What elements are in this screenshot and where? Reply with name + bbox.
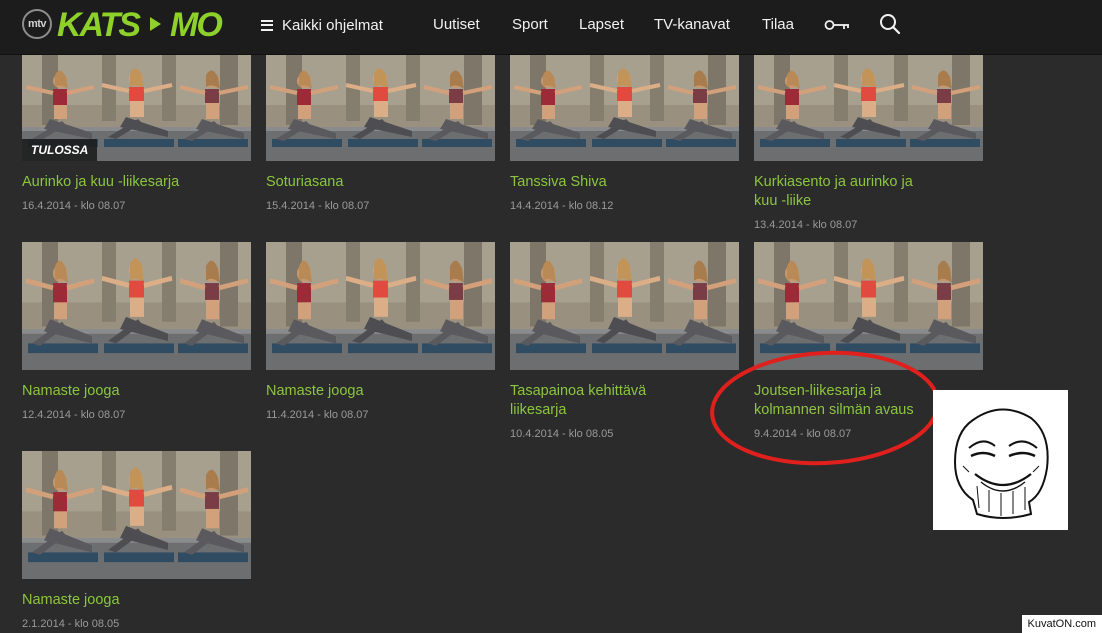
nav-link-tilaa[interactable]: Tilaa bbox=[762, 15, 794, 35]
yoga-scene-image bbox=[22, 451, 251, 579]
top-navigation-bar: mtv KATS MO Kaikki ohjelmat Uutiset Spor… bbox=[0, 0, 1102, 54]
yoga-thumbnail[interactable] bbox=[22, 242, 251, 370]
program-title[interactable]: Tanssiva Shiva bbox=[510, 173, 739, 192]
program-card[interactable]: Namaste jooga 11.4.2014 - klo 08.07 bbox=[266, 242, 495, 422]
program-title[interactable]: Aurinko ja kuu -liikesarja bbox=[22, 173, 251, 192]
yoga-thumbnail[interactable] bbox=[754, 242, 983, 370]
nav-link-tv-kanavat[interactable]: TV-kanavat bbox=[654, 15, 730, 35]
logo-mo-text[interactable]: MO bbox=[170, 6, 223, 44]
program-date: 15.4.2014 - klo 08.07 bbox=[266, 200, 370, 212]
yoga-thumbnail[interactable]: TULOSSA bbox=[22, 55, 251, 161]
program-title-line[interactable]: liikesarja bbox=[510, 401, 739, 420]
yoga-thumbnail[interactable] bbox=[266, 55, 495, 161]
pleased-face-icon bbox=[953, 408, 1049, 519]
yoga-scene-image bbox=[510, 55, 739, 161]
program-card[interactable]: TULOSSA Aurinko ja kuu -liikesarja 16.4.… bbox=[22, 55, 251, 213]
search-icon[interactable] bbox=[879, 13, 901, 35]
all-programs-label: Kaikki ohjelmat bbox=[282, 16, 383, 34]
yoga-scene-image bbox=[754, 55, 983, 161]
yoga-thumbnail[interactable] bbox=[754, 55, 983, 161]
all-programs-menu[interactable]: Kaikki ohjelmat bbox=[261, 15, 383, 35]
nav-link-lapset[interactable]: Lapset bbox=[579, 15, 624, 35]
program-date: 13.4.2014 - klo 08.07 bbox=[754, 219, 858, 231]
key-icon[interactable] bbox=[824, 18, 850, 32]
program-title-line[interactable]: Namaste jooga bbox=[22, 591, 251, 610]
program-card[interactable]: Kurkiasento ja aurinko ja kuu -liike 13.… bbox=[754, 55, 983, 232]
yoga-thumbnail[interactable] bbox=[22, 451, 251, 579]
program-date: 14.4.2014 - klo 08.12 bbox=[510, 200, 614, 212]
yoga-thumbnail[interactable] bbox=[510, 242, 739, 370]
program-title[interactable]: Namaste jooga bbox=[22, 591, 251, 610]
yoga-scene-image bbox=[754, 242, 983, 370]
program-title-line[interactable]: Aurinko ja kuu -liikesarja bbox=[22, 173, 251, 192]
program-card[interactable]: Tanssiva Shiva 14.4.2014 - klo 08.12 bbox=[510, 55, 739, 213]
yoga-thumbnail[interactable] bbox=[266, 242, 495, 370]
program-title-line[interactable]: Namaste jooga bbox=[22, 382, 251, 401]
yoga-thumbnail[interactable] bbox=[510, 55, 739, 161]
program-title[interactable]: Namaste jooga bbox=[266, 382, 495, 401]
nav-link-uutiset[interactable]: Uutiset bbox=[433, 15, 480, 35]
program-date: 12.4.2014 - klo 08.07 bbox=[22, 409, 126, 421]
program-title-line[interactable]: Namaste jooga bbox=[266, 382, 495, 401]
program-date: 11.4.2014 - klo 08.07 bbox=[266, 409, 369, 421]
program-title[interactable]: Kurkiasento ja aurinko ja kuu -liike bbox=[754, 173, 983, 211]
program-title-line[interactable]: Soturiasana bbox=[266, 173, 495, 192]
yoga-scene-image bbox=[266, 55, 495, 161]
menu-icon bbox=[261, 19, 273, 31]
program-card[interactable]: Tasapainoa kehittävä liikesarja 10.4.201… bbox=[510, 242, 739, 441]
logo-kats-text[interactable]: KATS bbox=[57, 6, 141, 44]
program-title[interactable]: Namaste jooga bbox=[22, 382, 251, 401]
program-title-line[interactable]: Tasapainoa kehittävä bbox=[510, 382, 739, 401]
meme-face-image bbox=[933, 390, 1068, 530]
yoga-scene-image bbox=[510, 242, 739, 370]
program-title-line[interactable]: kuu -liike bbox=[754, 192, 983, 211]
page: mtv KATS MO Kaikki ohjelmat Uutiset Spor… bbox=[0, 0, 1102, 633]
mtv-logo-badge[interactable]: mtv bbox=[22, 9, 52, 39]
upcoming-badge: TULOSSA bbox=[22, 139, 98, 161]
program-date: 16.4.2014 - klo 08.07 bbox=[22, 200, 126, 212]
program-card[interactable]: Namaste jooga 12.4.2014 - klo 08.07 bbox=[22, 242, 251, 422]
program-title[interactable]: Soturiasana bbox=[266, 173, 495, 192]
nav-link-sport[interactable]: Sport bbox=[512, 15, 548, 35]
program-date: 10.4.2014 - klo 08.05 bbox=[510, 428, 614, 440]
program-date: 2.1.2014 - klo 08.05 bbox=[22, 618, 120, 630]
watermark: KuvatON.com bbox=[1021, 615, 1102, 633]
play-icon bbox=[150, 17, 161, 31]
yoga-scene-image bbox=[266, 242, 495, 370]
program-card[interactable]: Soturiasana 15.4.2014 - klo 08.07 bbox=[266, 55, 495, 213]
program-title-line[interactable]: Kurkiasento ja aurinko ja bbox=[754, 173, 983, 192]
program-title[interactable]: Tasapainoa kehittävä liikesarja bbox=[510, 382, 739, 420]
program-card[interactable]: Namaste jooga 2.1.2014 - klo 08.05 bbox=[22, 451, 251, 631]
program-title-line[interactable]: Tanssiva Shiva bbox=[510, 173, 739, 192]
yoga-scene-image bbox=[22, 242, 251, 370]
